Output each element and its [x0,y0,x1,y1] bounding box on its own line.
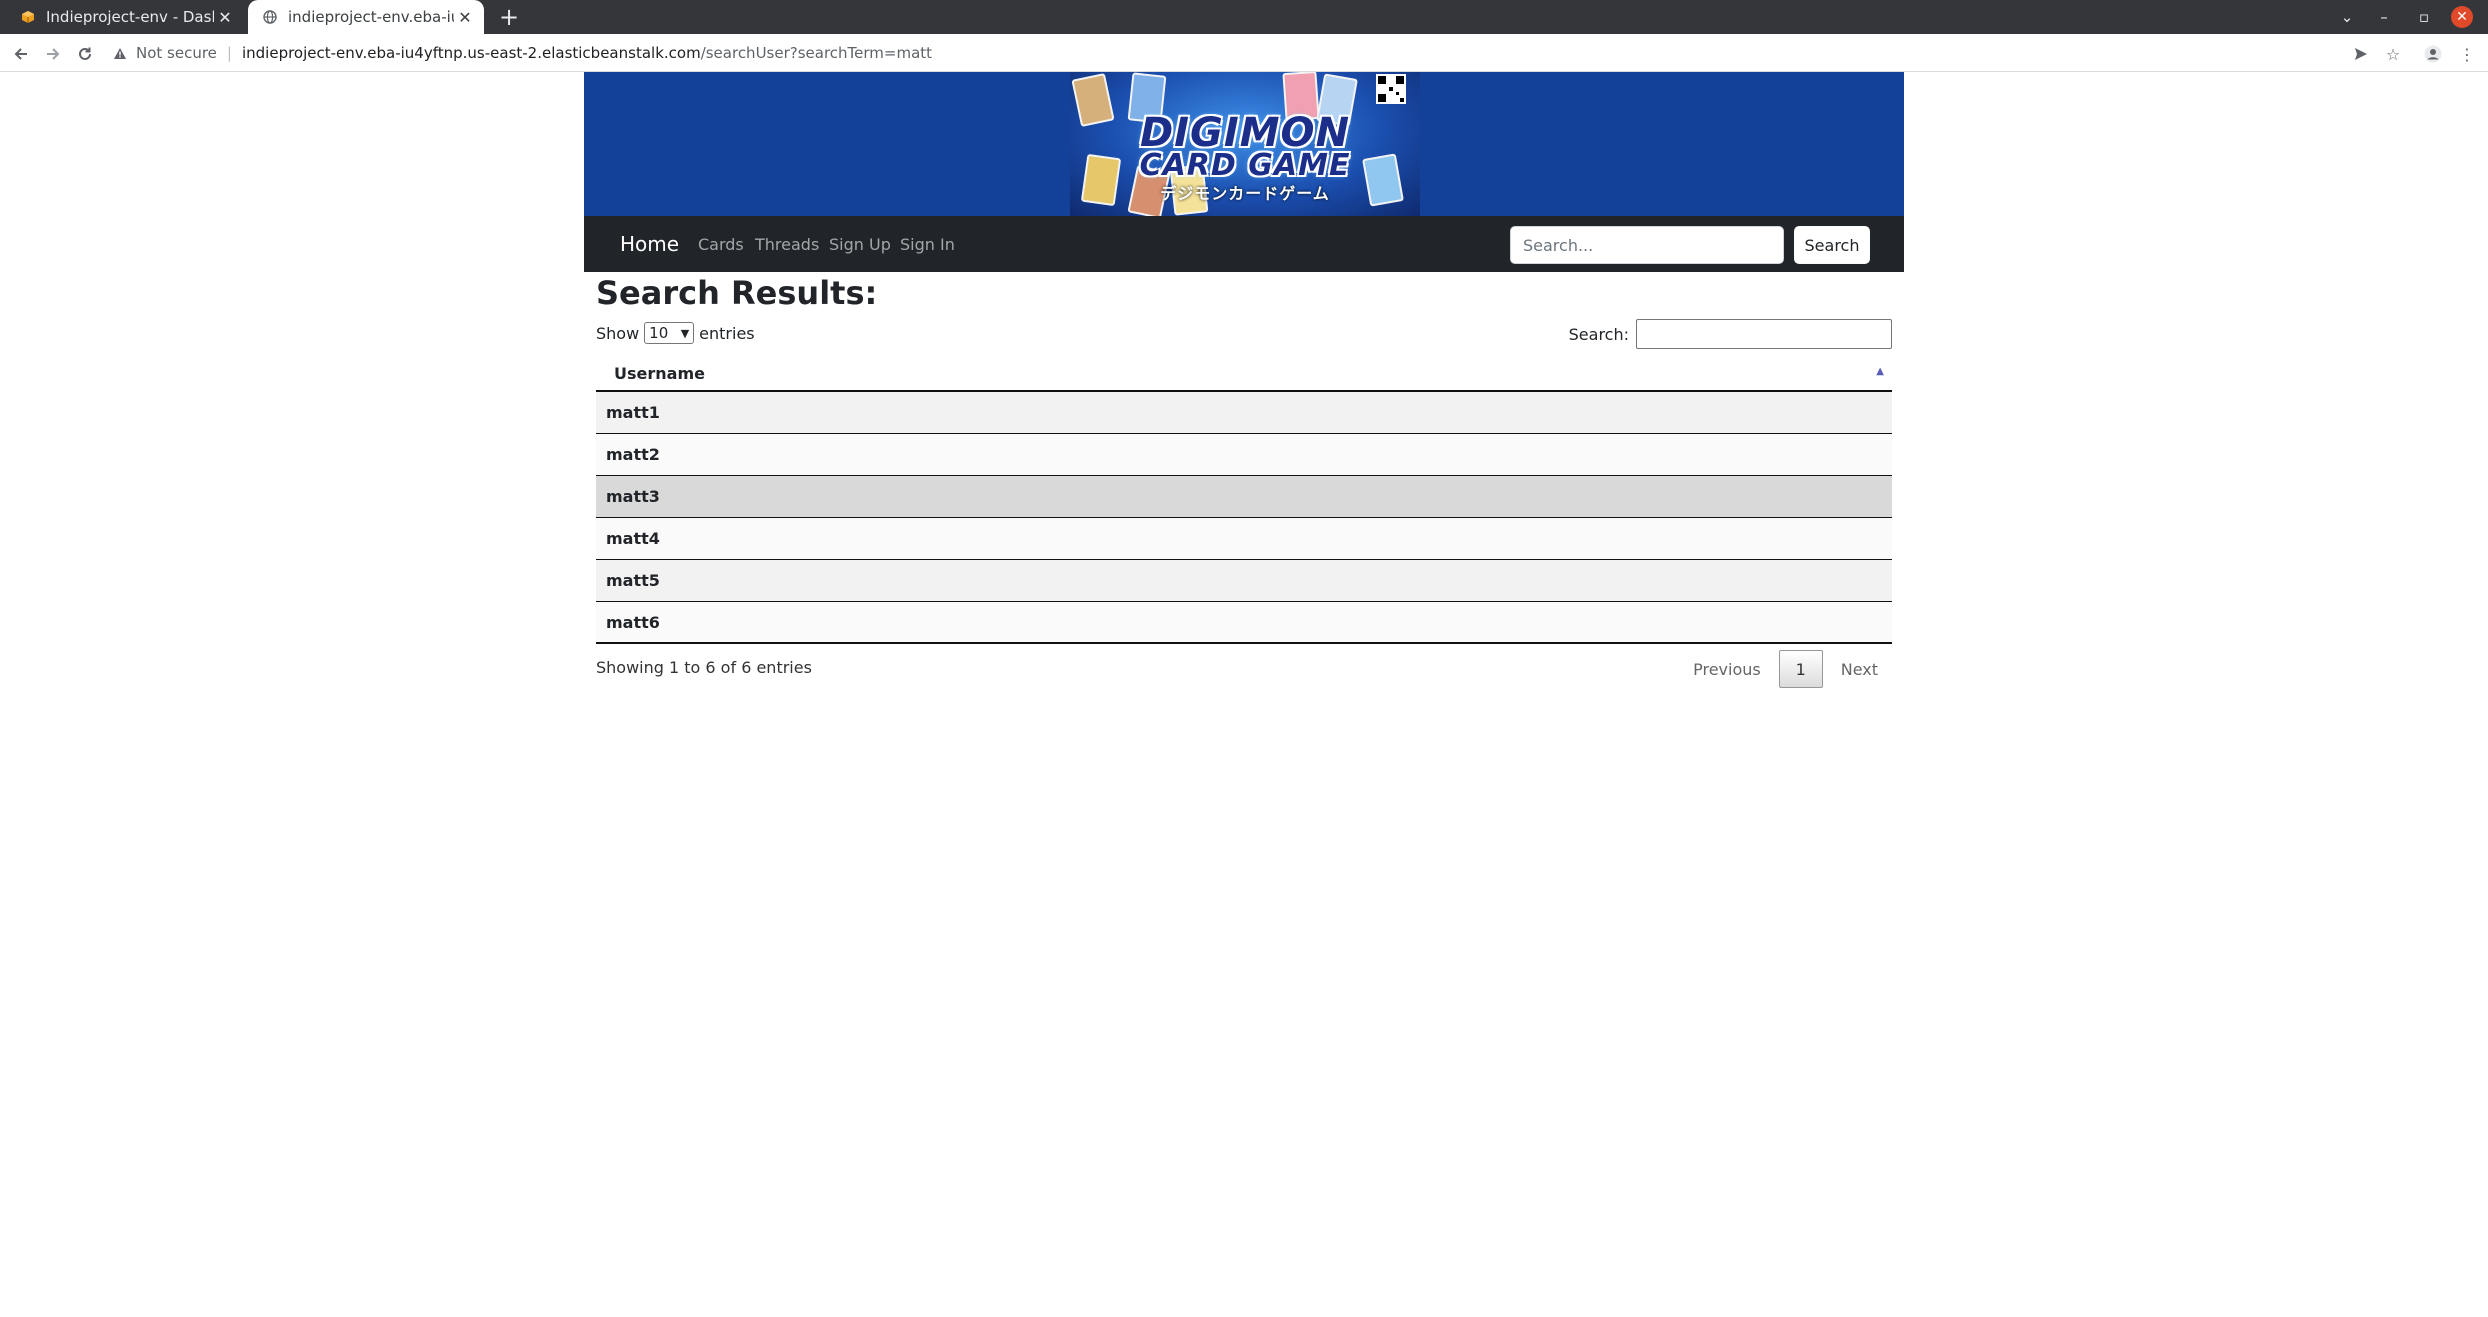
page-size-select[interactable]: 10 ▼ [644,322,695,344]
page-size-value: 10 [649,324,669,342]
window-close-icon[interactable]: ✕ [2451,6,2473,28]
reload-icon[interactable] [72,41,98,67]
logo-japanese: デジモンカードゲーム [1160,184,1330,203]
nav-search-button[interactable]: Search [1794,226,1870,264]
site-navbar: Home Cards Threads Sign Up Sign In Searc… [584,216,1904,272]
security-label[interactable]: Not secure [136,44,217,62]
table-filter: Search: [1569,318,1892,350]
sort-ascending-icon[interactable]: ▲ [1876,366,1884,377]
entries-label: entries [699,323,755,343]
username-cell: matt1 [606,403,660,422]
filter-input[interactable] [1636,319,1892,349]
chevron-down-icon: ▼ [680,326,690,340]
page-1-button[interactable]: 1 [1778,650,1823,688]
browser-tab-strip: Indieproject-env - Dashboard ✕ indieproj… [0,0,2488,34]
nav-threads-link[interactable]: Threads [755,216,819,272]
page-title: Search Results: [596,274,878,312]
show-label: Show [596,323,640,343]
bookmark-star-icon[interactable]: ☆ [2380,41,2406,67]
entries-length-control: Show 10 ▼ entries [596,320,755,346]
filter-label: Search: [1568,324,1629,344]
next-page-button[interactable]: Next [1827,650,1892,688]
username-cell: matt3 [606,487,660,506]
table-row[interactable]: matt5 [596,560,1892,602]
table-header[interactable]: Username ▲ [596,354,1892,392]
tab-title: Indieproject-env - Dashboard [46,8,214,26]
results-table: Username ▲ matt1 matt2 matt3 matt4 matt5… [596,354,1892,644]
close-icon[interactable]: ✕ [454,6,476,28]
url-path: /searchUser?searchTerm=matt [700,44,933,62]
globe-icon [262,9,278,25]
close-icon[interactable]: ✕ [214,6,236,28]
table-row[interactable]: matt4 [596,518,1892,560]
nav-search-input[interactable]: Search... [1510,226,1784,264]
tab-search-icon[interactable]: ⌄ [2334,0,2360,34]
new-tab-button[interactable]: + [496,3,522,31]
table-row[interactable]: matt2 [596,434,1892,476]
table-row[interactable]: matt1 [596,392,1892,434]
address-bar[interactable]: Not secure | indieproject-env.eba-iu4yft… [112,39,932,67]
profile-avatar-icon[interactable] [2420,41,2446,67]
digimon-banner-image: DIGIMON CARD GAME デジモンカードゲーム [1070,72,1420,216]
url-host: indieproject-env.eba-iu4yftnp.us-east-2.… [241,44,701,62]
browser-toolbar: Not secure | indieproject-env.eba-iu4yft… [0,34,2488,72]
tab-title: indieproject-env.eba-iu4yftnp [288,8,454,26]
nav-cards-link[interactable]: Cards [698,216,744,272]
back-arrow-icon[interactable] [8,41,34,67]
nav-home-link[interactable]: Home [620,216,679,272]
site-banner: DIGIMON CARD GAME デジモンカードゲーム [584,72,1904,216]
warning-triangle-icon [112,45,128,61]
forward-arrow-icon[interactable] [40,41,66,67]
table-row[interactable]: matt6 [596,602,1892,644]
minimize-icon[interactable]: – [2370,0,2398,34]
username-cell: matt4 [606,529,660,548]
restore-icon[interactable]: ▫ [2410,0,2438,34]
send-tab-icon[interactable] [2348,41,2374,67]
aws-cube-icon [20,9,36,25]
username-cell: matt2 [606,445,660,464]
table-info: Showing 1 to 6 of 6 entries [596,658,812,677]
browser-tab-dashboard[interactable]: Indieproject-env - Dashboard ✕ [6,0,244,34]
pagination: Previous 1 Next [1679,650,1892,688]
page-viewport: DIGIMON CARD GAME デジモンカードゲーム Home Cards … [0,72,2488,1317]
browser-tab-current[interactable]: indieproject-env.eba-iu4yftnp ✕ [248,0,484,34]
nav-signin-link[interactable]: Sign In [900,216,955,272]
logo-subtitle: CARD GAME [1139,148,1351,183]
url-separator: | [226,44,232,62]
username-cell: matt6 [606,612,660,632]
table-row[interactable]: matt3 [596,476,1892,518]
nav-signup-link[interactable]: Sign Up [829,216,891,272]
kebab-menu-icon[interactable]: ⋮ [2454,41,2480,67]
column-header-username[interactable]: Username [614,354,705,392]
qr-code-icon [1376,74,1406,104]
username-cell: matt5 [606,571,660,590]
previous-page-button[interactable]: Previous [1679,650,1775,688]
